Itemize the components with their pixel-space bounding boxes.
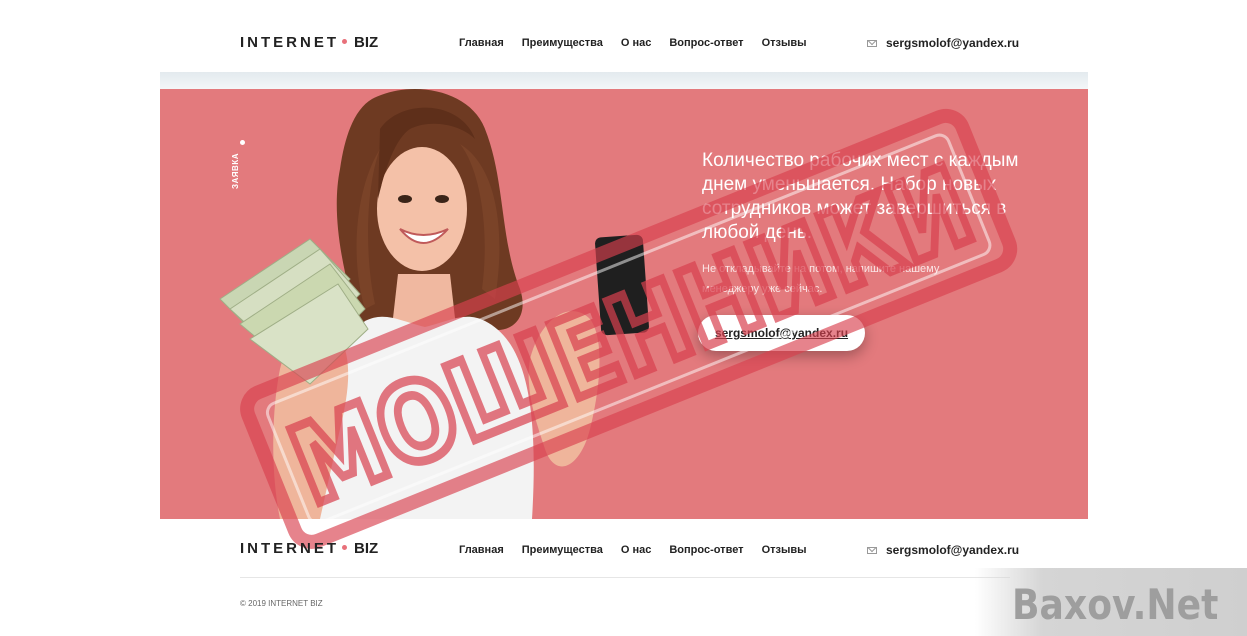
site-watermark: Baxov.Net (1012, 580, 1219, 629)
footer-nav-item-advantages[interactable]: Преимущества (522, 544, 603, 556)
logo-text-biz: BIZ (354, 34, 379, 51)
footer-logo[interactable]: INTERNET BIZ (240, 540, 378, 557)
footer-email[interactable]: sergsmolof@yandex.ru (886, 543, 1019, 557)
footer-nav-item-about[interactable]: О нас (621, 544, 652, 556)
footer-divider (240, 577, 1010, 578)
logo-dot-icon (342, 39, 347, 45)
hero-subtext: Не откладывайте на потом, напишите нашем… (702, 263, 940, 295)
footer-logo-dot-icon (342, 545, 347, 551)
nav-item-home[interactable]: Главная (459, 37, 504, 49)
header-email-link[interactable]: sergsmolof@yandex.ru (867, 36, 1019, 50)
logo-text-internet: INTERNET (240, 34, 339, 51)
footer-nav-item-home[interactable]: Главная (459, 544, 504, 556)
footer-nav-item-reviews[interactable]: Отзывы (762, 544, 807, 556)
footer-nav: Главная Преимущества О нас Вопрос-ответ … (459, 544, 807, 556)
footer-nav-item-faq[interactable]: Вопрос-ответ (669, 544, 743, 556)
header-logo[interactable]: INTERNET BIZ (240, 34, 378, 51)
hero-headline: Количество рабочих мест с каждым днем ум… (702, 150, 1019, 243)
side-request-label[interactable]: ЗАЯВКА (231, 153, 240, 189)
footer-logo-text-biz: BIZ (354, 540, 379, 557)
footer-copyright: © 2019 INTERNET BIZ (240, 599, 323, 608)
nav-item-about[interactable]: О нас (621, 37, 652, 49)
footer-envelope-icon (867, 546, 877, 554)
footer-email-link[interactable]: sergsmolof@yandex.ru (867, 543, 1019, 557)
header-shadow-band (160, 72, 1088, 89)
nav-item-advantages[interactable]: Преимущества (522, 37, 603, 49)
nav-item-faq[interactable]: Вопрос-ответ (669, 37, 743, 49)
hero-email-button[interactable]: sergsmolof@yandex.ru (698, 315, 865, 351)
envelope-icon (867, 39, 877, 47)
header-nav: Главная Преимущества О нас Вопрос-ответ … (459, 37, 807, 49)
header-email[interactable]: sergsmolof@yandex.ru (886, 36, 1019, 50)
nav-item-reviews[interactable]: Отзывы (762, 37, 807, 49)
hero-section: ЗАЯВКА Количество рабочих мест с каждым … (160, 89, 1088, 519)
footer-logo-text-internet: INTERNET (240, 540, 339, 557)
side-dot-icon (240, 140, 245, 145)
